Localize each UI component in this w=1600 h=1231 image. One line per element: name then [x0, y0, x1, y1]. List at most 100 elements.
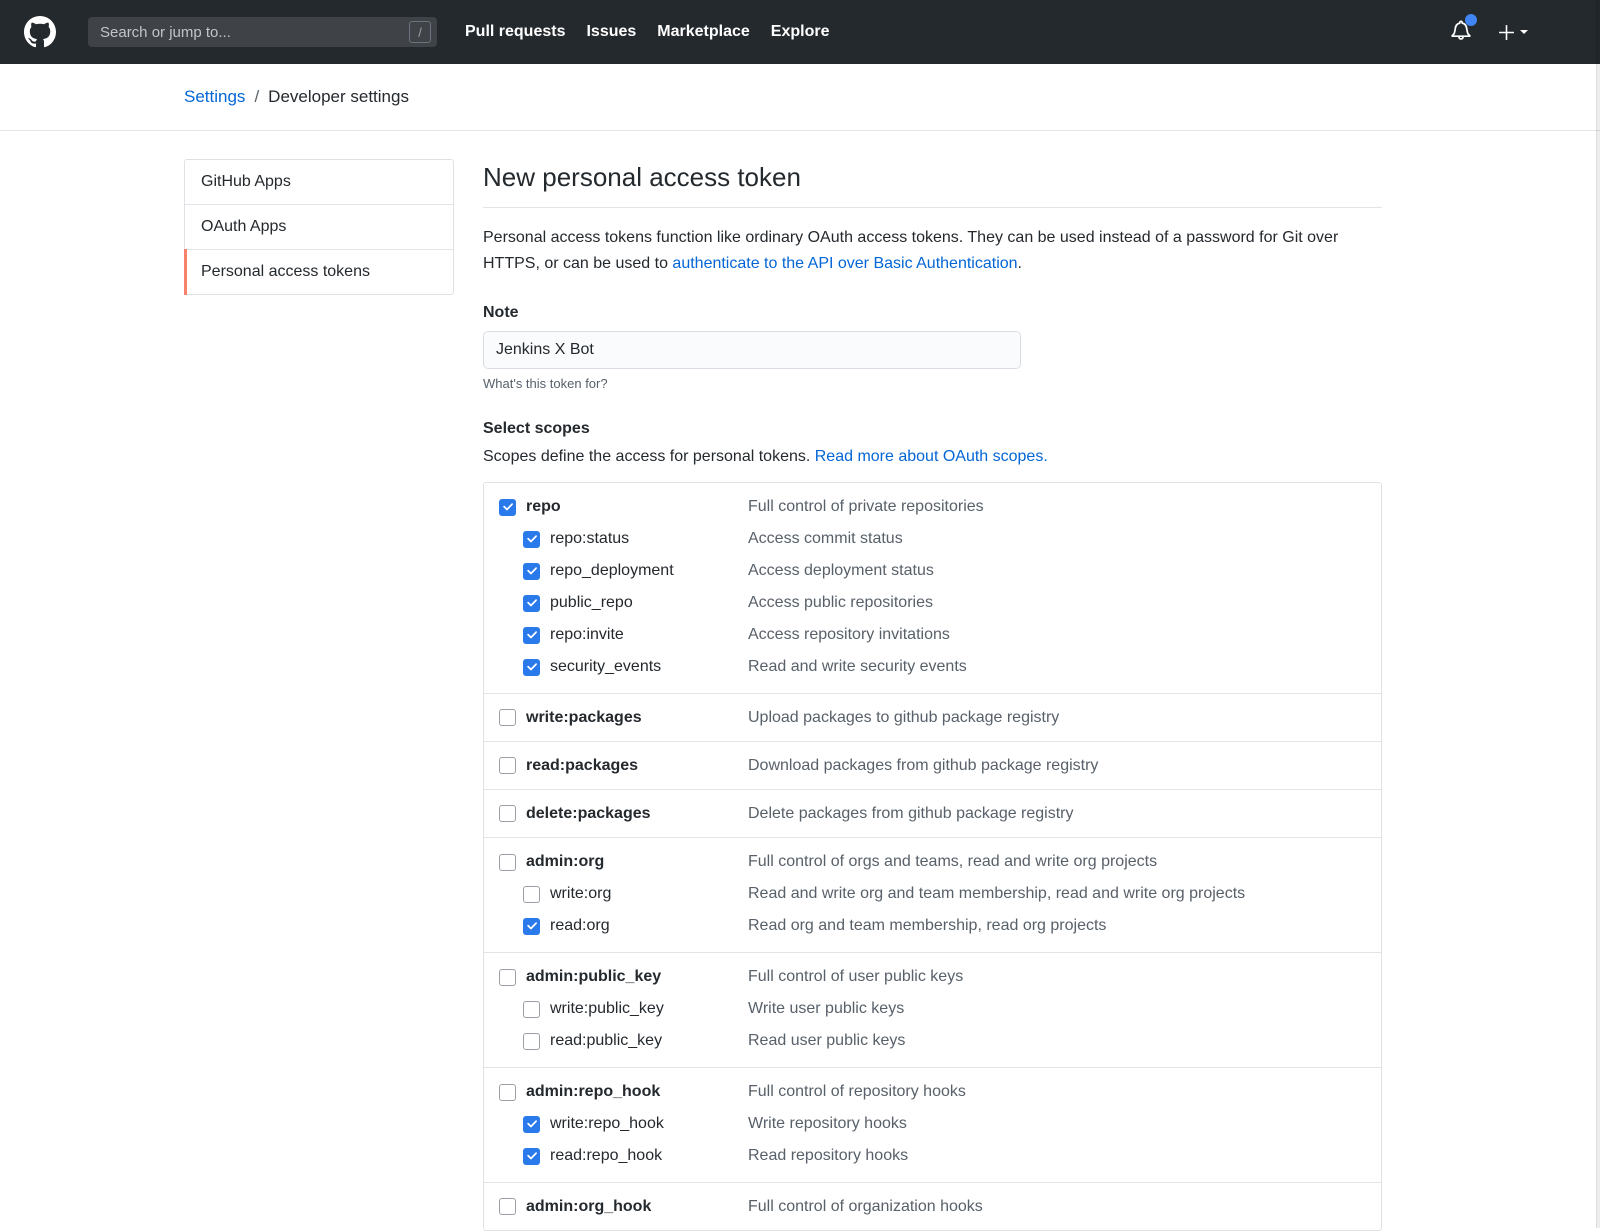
scope-label-read-org[interactable]: read:org — [523, 917, 748, 935]
github-logo-icon[interactable] — [24, 16, 56, 48]
scope-description: Download packages from github package re… — [748, 757, 1098, 775]
scope-checkbox-public-repo[interactable] — [523, 595, 540, 612]
scope-checkbox-repo[interactable] — [499, 499, 516, 516]
scope-checkbox-read-repo-hook[interactable] — [523, 1148, 540, 1165]
nav-explore[interactable]: Explore — [771, 23, 830, 41]
scope-label-read-public-key[interactable]: read:public_key — [523, 1032, 748, 1050]
scope-label-public-repo[interactable]: public_repo — [523, 594, 748, 612]
scope-name: write:packages — [526, 709, 642, 727]
scope-group-write-packages: write:packages Upload packages to github … — [484, 693, 1381, 741]
scope-checkbox-admin-public-key[interactable] — [499, 969, 516, 986]
scope-label-write-packages[interactable]: write:packages — [499, 709, 748, 727]
scope-checkbox-read-org[interactable] — [523, 918, 540, 935]
scope-checkbox-security-events[interactable] — [523, 659, 540, 676]
page-scrollbar[interactable] — [1596, 0, 1600, 1228]
scope-label-admin-org[interactable]: admin:org — [499, 853, 748, 871]
scope-name: read:public_key — [550, 1032, 662, 1050]
scope-row-admin-repo-hook: admin:repo_hookFull control of repositor… — [484, 1076, 1381, 1108]
scope-label-read-packages[interactable]: read:packages — [499, 757, 748, 775]
scope-label-write-repo-hook[interactable]: write:repo_hook — [523, 1115, 748, 1133]
note-label: Note — [483, 304, 1382, 322]
scope-row-admin-public-key: admin:public_keyFull control of user pub… — [484, 961, 1381, 993]
scope-label-delete-packages[interactable]: delete:packages — [499, 805, 748, 823]
scope-name: repo — [526, 498, 561, 516]
scope-row-security-events: security_eventsRead and write security e… — [484, 651, 1381, 683]
scope-label-security-events[interactable]: security_events — [523, 658, 748, 676]
scope-description: Full control of user public keys — [748, 968, 963, 986]
caret-down-icon — [1520, 30, 1528, 34]
slash-key-hint: / — [409, 21, 431, 43]
scope-label-repo-deployment[interactable]: repo_deployment — [523, 562, 748, 580]
breadcrumb-settings-link[interactable]: Settings — [184, 87, 245, 107]
scope-checkbox-read-packages[interactable] — [499, 757, 516, 774]
scope-label-write-public-key[interactable]: write:public_key — [523, 1000, 748, 1018]
scope-name: repo_deployment — [550, 562, 674, 580]
scope-checkbox-read-public-key[interactable] — [523, 1033, 540, 1050]
scope-label-write-org[interactable]: write:org — [523, 885, 748, 903]
nav-marketplace[interactable]: Marketplace — [657, 23, 750, 41]
scope-group-read-packages: read:packagesDownload packages from gith… — [484, 741, 1381, 789]
scope-label-read-repo-hook[interactable]: read:repo_hook — [523, 1147, 748, 1165]
scope-row-write-repo-hook: write:repo_hookWrite repository hooks — [484, 1108, 1381, 1140]
plus-icon — [1498, 24, 1515, 41]
scope-description: Upload packages to github package regist… — [748, 709, 1059, 727]
scope-checkbox-write-public-key[interactable] — [523, 1001, 540, 1018]
unread-notification-dot — [1465, 14, 1477, 26]
scope-group-admin-org: admin:orgFull control of orgs and teams,… — [484, 837, 1381, 952]
scope-description: Full control of organization hooks — [748, 1198, 983, 1216]
oauth-scopes-link[interactable]: Read more about OAuth scopes. — [815, 448, 1048, 465]
scope-name: write:org — [550, 885, 611, 903]
scopes-table: repo Full control of private repositories… — [483, 482, 1382, 1231]
scope-checkbox-admin-repo-hook[interactable] — [499, 1084, 516, 1101]
scope-name: repo:status — [550, 530, 629, 548]
scope-row-repo-invite: repo:inviteAccess repository invitations — [484, 619, 1381, 651]
scope-row-repo: repo Full control of private repositories — [484, 491, 1381, 523]
page-title: New personal access token — [483, 157, 1382, 208]
scope-row-admin-org-hook: admin:org_hookFull control of organizati… — [484, 1196, 1381, 1217]
notifications-button[interactable] — [1450, 19, 1472, 46]
scope-row-public-repo: public_repoAccess public repositories — [484, 587, 1381, 619]
scope-description: Write repository hooks — [748, 1115, 907, 1133]
scope-row-read-public-key: read:public_keyRead user public keys — [484, 1025, 1381, 1057]
scope-row-admin-org: admin:orgFull control of orgs and teams,… — [484, 846, 1381, 878]
scope-checkbox-write-org[interactable] — [523, 886, 540, 903]
scopes-intro-text: Scopes define the access for personal to… — [483, 448, 815, 465]
create-new-button[interactable] — [1498, 24, 1528, 41]
scope-label-admin-org-hook[interactable]: admin:org_hook — [499, 1198, 748, 1216]
scope-description: Access repository invitations — [748, 626, 950, 644]
scope-description: Read org and team membership, read org p… — [748, 917, 1106, 935]
scope-checkbox-admin-org-hook[interactable] — [499, 1198, 516, 1215]
scope-label-repo-invite[interactable]: repo:invite — [523, 626, 748, 644]
scope-checkbox-repo-invite[interactable] — [523, 627, 540, 644]
scope-group-admin-public-key: admin:public_keyFull control of user pub… — [484, 952, 1381, 1067]
scope-checkbox-write-packages[interactable] — [499, 709, 516, 726]
scope-label-repo[interactable]: repo — [499, 498, 748, 516]
scope-checkbox-repo-status[interactable] — [523, 531, 540, 548]
nav-pull-requests[interactable]: Pull requests — [465, 23, 565, 41]
sidebar-item-github-apps[interactable]: GitHub Apps — [185, 160, 453, 204]
scope-checkbox-delete-packages[interactable] — [499, 805, 516, 822]
scope-name: admin:repo_hook — [526, 1083, 660, 1101]
scope-checkbox-write-repo-hook[interactable] — [523, 1116, 540, 1133]
header-nav: Pull requests Issues Marketplace Explore — [465, 23, 829, 41]
sidebar-item-oauth-apps[interactable]: OAuth Apps — [185, 204, 453, 249]
scope-row-repo-deployment: repo_deploymentAccess deployment status — [484, 555, 1381, 587]
scope-description: Access public repositories — [748, 594, 933, 612]
nav-issues[interactable]: Issues — [586, 23, 636, 41]
scope-checkbox-admin-org[interactable] — [499, 854, 516, 871]
scope-checkbox-repo-deployment[interactable] — [523, 563, 540, 580]
scope-name: admin:org — [526, 853, 604, 871]
scope-name: security_events — [550, 658, 661, 676]
sidebar-item-personal-access-tokens[interactable]: Personal access tokens — [185, 249, 453, 294]
scope-label-repo-status[interactable]: repo:status — [523, 530, 748, 548]
scope-name: delete:packages — [526, 805, 651, 823]
scope-row-read-repo-hook: read:repo_hookRead repository hooks — [484, 1140, 1381, 1172]
scope-description: Full control of private repositories — [748, 498, 984, 516]
breadcrumb-separator: / — [254, 87, 259, 107]
scope-label-admin-public-key[interactable]: admin:public_key — [499, 968, 748, 986]
scope-label-admin-repo-hook[interactable]: admin:repo_hook — [499, 1083, 748, 1101]
scope-name: write:public_key — [550, 1000, 664, 1018]
search-input[interactable] — [88, 17, 437, 47]
note-input[interactable] — [483, 331, 1021, 369]
basic-auth-link[interactable]: authenticate to the API over Basic Authe… — [672, 255, 1017, 272]
